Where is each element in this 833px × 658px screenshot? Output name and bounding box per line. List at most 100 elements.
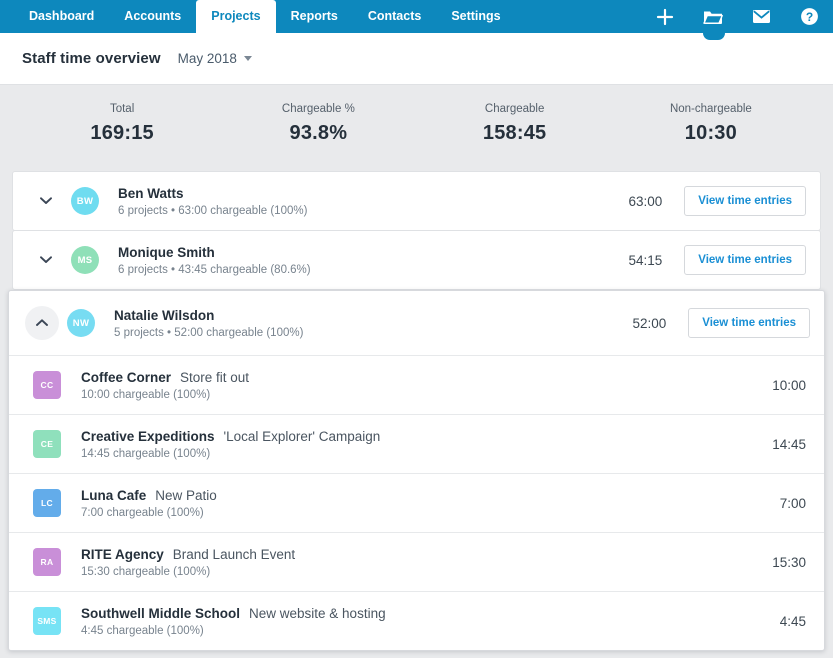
chevron-up-icon[interactable] bbox=[25, 306, 59, 340]
page-title: Staff time overview bbox=[22, 50, 161, 67]
project-row[interactable]: CE Creative Expeditions 'Local Explorer' C… bbox=[9, 414, 824, 473]
project-row[interactable]: SMS Southwell Middle School New website & … bbox=[9, 591, 824, 650]
stat-total: Total 169:15 bbox=[24, 103, 220, 145]
stat-value: 93.8% bbox=[289, 122, 348, 144]
project-client-name: Creative Expeditions bbox=[81, 428, 215, 444]
stat-non-chargeable: Non-chargeable 10:30 bbox=[613, 103, 809, 145]
project-avatar-initials: SMS bbox=[37, 616, 57, 626]
project-title-line: Luna Cafe New Patio bbox=[81, 488, 780, 503]
project-title-line: RITE Agency Brand Launch Event bbox=[81, 547, 772, 562]
plus-icon[interactable] bbox=[655, 7, 675, 27]
help-circle-icon[interactable]: ? bbox=[799, 7, 819, 27]
project-client-name: Southwell Middle School bbox=[81, 605, 241, 621]
envelope-icon[interactable] bbox=[751, 7, 771, 27]
project-row[interactable]: CC Coffee Corner Store fit out 10:00 charge… bbox=[9, 355, 824, 414]
project-avatar: SMS bbox=[33, 607, 61, 635]
project-total-hours: 7:00 bbox=[779, 495, 806, 511]
stat-chargeable: Chargeable 158:45 bbox=[417, 103, 613, 145]
project-name: New website & hosting bbox=[249, 605, 386, 621]
chevron-down-icon[interactable] bbox=[29, 184, 63, 218]
project-meta: 14:45 chargeable (100%) bbox=[81, 447, 211, 460]
view-time-entries-button[interactable]: View time entries bbox=[684, 245, 806, 275]
project-meta: 4:45 chargeable (100%) bbox=[81, 624, 204, 637]
nav-tab-reports[interactable]: Reports bbox=[276, 0, 353, 33]
stat-value: 10:30 bbox=[684, 122, 737, 144]
project-meta: 7:00 chargeable (100%) bbox=[81, 506, 204, 519]
stat-label: Total bbox=[109, 103, 135, 115]
folder-icon[interactable] bbox=[703, 7, 723, 27]
chevron-down-icon[interactable] bbox=[29, 243, 63, 277]
project-title-line: Southwell Middle School New website & hos… bbox=[81, 606, 780, 621]
project-client-name: Coffee Corner bbox=[81, 369, 172, 385]
staff-info: Natalie Wilsdon 5 projects • 52:00 charge… bbox=[114, 308, 632, 339]
nav-tab-list: Dashboard Accounts Projects Reports Contacts… bbox=[0, 0, 516, 33]
staff-row[interactable]: MS Monique Smith 6 projects • 43:45 charge… bbox=[13, 231, 820, 289]
project-info: Southwell Middle School New website & hos… bbox=[81, 606, 780, 637]
project-avatar: CE bbox=[33, 430, 61, 458]
project-avatar-initials: RA bbox=[40, 557, 54, 567]
staff-meta: 5 projects • 52:00 chargeable (100%) bbox=[114, 326, 304, 339]
project-meta: 10:00 chargeable (100%) bbox=[81, 388, 211, 401]
project-name: Brand Launch Event bbox=[172, 546, 296, 562]
project-total-hours: 15:30 bbox=[772, 554, 806, 570]
staff-name: Monique Smith bbox=[118, 244, 215, 260]
staff-card: BW Ben Watts 6 projects • 63:00 chargeable… bbox=[12, 171, 821, 231]
stat-value: 158:45 bbox=[482, 122, 547, 144]
staff-info: Monique Smith 6 projects • 43:45 chargeab… bbox=[118, 245, 628, 276]
nav-tab-dashboard[interactable]: Dashboard bbox=[14, 0, 109, 33]
chevron-down-icon bbox=[243, 56, 252, 61]
view-time-entries-button[interactable]: View time entries bbox=[684, 186, 806, 216]
period-selector-label: May 2018 bbox=[177, 51, 237, 66]
staff-card-list: BW Ben Watts 6 projects • 63:00 chargeable… bbox=[0, 163, 833, 651]
staff-total-hours: 63:00 bbox=[628, 193, 663, 209]
project-client-name: RITE Agency bbox=[81, 546, 164, 562]
avatar: MS bbox=[71, 246, 99, 274]
project-info: Coffee Corner Store fit out 10:00 chargeab… bbox=[81, 370, 772, 401]
staff-card: NW Natalie Wilsdon 5 projects • 52:00 char… bbox=[8, 290, 825, 651]
nav-active-icon-notch bbox=[703, 33, 725, 40]
nav-tab-contacts[interactable]: Contacts bbox=[353, 0, 436, 33]
project-client-name: Luna Cafe bbox=[81, 487, 147, 503]
project-avatar: CC bbox=[33, 371, 61, 399]
avatar-initials: BW bbox=[76, 195, 94, 207]
staff-total-hours: 52:00 bbox=[632, 315, 667, 331]
project-avatar: LC bbox=[33, 489, 61, 517]
staff-card: MS Monique Smith 6 projects • 43:45 charge… bbox=[12, 230, 821, 290]
view-time-entries-button[interactable]: View time entries bbox=[688, 308, 810, 338]
avatar-initials: NW bbox=[72, 317, 90, 329]
project-info: Creative Expeditions 'Local Explorer' Cam… bbox=[81, 429, 772, 460]
nav-tab-projects[interactable]: Projects bbox=[196, 0, 276, 33]
project-avatar-initials: CC bbox=[40, 380, 54, 390]
project-info: Luna Cafe New Patio 7:00 chargeable (100%) bbox=[81, 488, 780, 519]
staff-meta: 6 projects • 43:45 chargeable (80.6%) bbox=[118, 263, 311, 276]
project-avatar-initials: CE bbox=[40, 439, 54, 449]
stat-label: Chargeable bbox=[484, 103, 545, 115]
avatar-initials: MS bbox=[77, 254, 93, 266]
page-title-bar: Staff time overview May 2018 bbox=[0, 33, 833, 85]
staff-row[interactable]: BW Ben Watts 6 projects • 63:00 chargeable… bbox=[13, 172, 820, 230]
top-navigation-bar: Dashboard Accounts Projects Reports Contacts… bbox=[0, 0, 833, 40]
staff-row[interactable]: NW Natalie Wilsdon 5 projects • 52:00 char… bbox=[9, 291, 824, 355]
project-name: New Patio bbox=[155, 487, 217, 503]
period-selector[interactable]: May 2018 bbox=[178, 51, 252, 66]
project-info: RITE Agency Brand Launch Event 15:30 charg… bbox=[81, 547, 772, 578]
staff-meta: 6 projects • 63:00 chargeable (100%) bbox=[118, 204, 308, 217]
staff-info: Ben Watts 6 projects • 63:00 chargeable (… bbox=[118, 186, 628, 217]
project-row[interactable]: RA RITE Agency Brand Launch Event 15:30 cha… bbox=[9, 532, 824, 591]
avatar: NW bbox=[67, 309, 95, 337]
stat-label: Chargeable % bbox=[281, 103, 355, 115]
project-total-hours: 10:00 bbox=[772, 377, 806, 393]
project-row[interactable]: LC Luna Cafe New Patio 7:00 chargeable (100… bbox=[9, 473, 824, 532]
stat-chargeable: Chargeable % 93.8% bbox=[220, 103, 416, 145]
nav-tab-settings[interactable]: Settings bbox=[436, 0, 515, 33]
summary-stats-bar: Total 169:15 Chargeable % 93.8% Chargeable 15… bbox=[0, 85, 833, 163]
project-total-hours: 4:45 bbox=[779, 613, 806, 629]
project-total-hours: 14:45 bbox=[772, 436, 806, 452]
avatar: BW bbox=[71, 187, 99, 215]
svg-text:?: ? bbox=[805, 10, 812, 24]
stat-label: Non-chargeable bbox=[669, 103, 752, 115]
project-title-line: Creative Expeditions 'Local Explorer' Cam… bbox=[81, 429, 772, 444]
nav-tab-accounts[interactable]: Accounts bbox=[109, 0, 196, 33]
project-name: Store fit out bbox=[180, 369, 250, 385]
staff-name: Ben Watts bbox=[118, 185, 184, 201]
